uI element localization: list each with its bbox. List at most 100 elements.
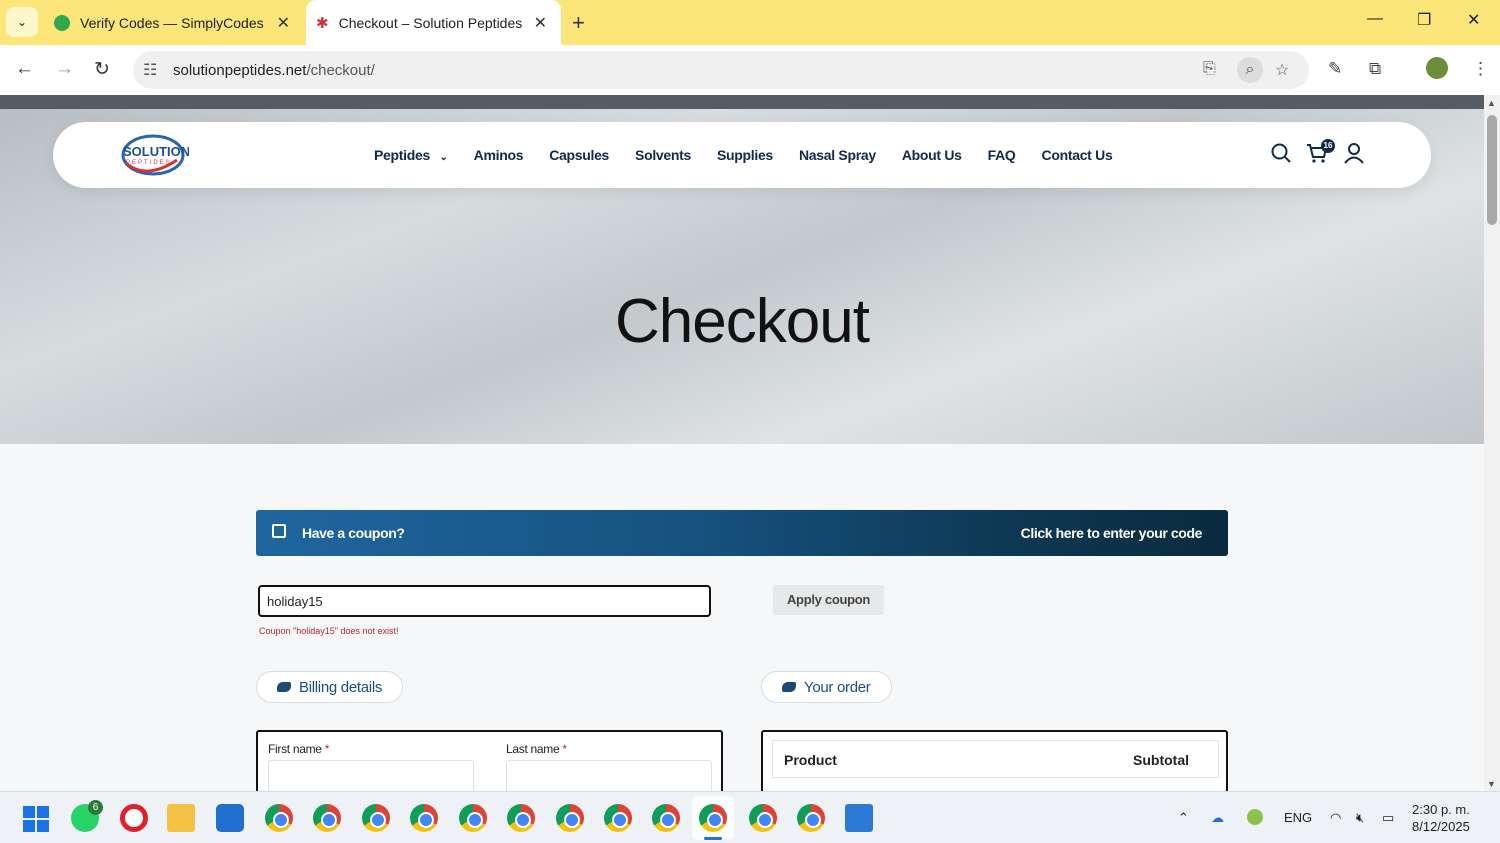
main-nav: Peptides ⌄ Aminos Capsules Solvents Supp… <box>374 122 1138 188</box>
menu-kebab-icon[interactable]: ⋮ <box>1472 59 1489 79</box>
svg-text:SOLUTION: SOLUTION <box>123 144 189 159</box>
browser-tab-bar: ⌄ Verify Codes — SimplyCodes ✕ ✱ Checkou… <box>0 0 1500 45</box>
chrome-profile-icon[interactable] <box>797 804 825 832</box>
coupon-error-message: Coupon "holiday15" does not exist! <box>259 626 399 636</box>
leaf-icon <box>782 682 796 692</box>
tab-search-dropdown[interactable]: ⌄ <box>6 7 38 37</box>
scroll-down-icon[interactable]: ▼ <box>1487 779 1496 789</box>
first-name-label: First name * <box>268 742 330 756</box>
solution-peptides-favicon-icon: ✱ <box>316 14 329 32</box>
billing-details-heading: Billing details <box>256 671 404 703</box>
chrome-profile-icon[interactable] <box>556 804 584 832</box>
nav-contact-us[interactable]: Contact Us <box>1042 147 1113 163</box>
nav-nasal-spray[interactable]: Nasal Spray <box>799 147 876 163</box>
reload-icon[interactable]: ↻ <box>94 58 110 81</box>
leaf-icon <box>277 682 291 692</box>
forward-icon[interactable]: → <box>55 58 74 80</box>
search-icon[interactable] <box>1270 142 1292 164</box>
profile-avatar[interactable] <box>1426 57 1448 79</box>
apply-coupon-button[interactable]: Apply coupon <box>773 585 884 615</box>
wifi-icon[interactable]: ◠ <box>1330 810 1341 826</box>
top-strip <box>0 95 1484 109</box>
chrome-profile-icon[interactable] <box>362 804 390 832</box>
last-name-label: Last name * <box>506 742 567 756</box>
simplycodes-favicon-icon <box>54 14 70 31</box>
chrome-profile-icon[interactable] <box>749 804 777 832</box>
volume-muted-icon[interactable]: 🔇︎ <box>1356 810 1364 826</box>
chrome-profile-icon[interactable] <box>459 804 487 832</box>
coupon-notice-bar: Have a coupon? Click here to enter your … <box>256 510 1228 556</box>
edit-icon[interactable]: ✎ <box>1328 59 1342 79</box>
translate-icon[interactable]: ⎘ <box>1203 60 1216 78</box>
battery-icon[interactable]: ▭ <box>1382 810 1394 826</box>
tab-simplycodes[interactable]: Verify Codes — SimplyCodes ✕ <box>48 0 304 45</box>
new-tab-icon[interactable]: + <box>572 10 585 36</box>
coupon-notice-icon <box>272 524 286 538</box>
language-indicator[interactable]: ENG <box>1284 810 1312 825</box>
chrome-profile-icon[interactable] <box>507 804 535 832</box>
minimize-icon[interactable]: — <box>1367 10 1383 28</box>
nav-aminos[interactable]: Aminos <box>474 147 524 163</box>
close-window-icon[interactable]: ✕ <box>1467 10 1480 30</box>
chrome-active-icon[interactable] <box>699 804 727 832</box>
cart-count-badge: 16 <box>1321 139 1335 153</box>
active-app-indicator <box>704 837 722 840</box>
tab-title: Checkout – Solution Peptides <box>338 14 523 31</box>
chevron-down-icon: ⌄ <box>439 152 448 163</box>
subtotal-column-header: Subtotal <box>1133 752 1189 768</box>
opera-icon[interactable] <box>120 804 148 832</box>
extensions-icon[interactable]: ⧉ <box>1369 59 1381 79</box>
coupon-code-input[interactable] <box>258 585 711 617</box>
notepad-icon[interactable] <box>845 804 873 832</box>
chrome-profile-icon[interactable] <box>410 804 438 832</box>
page-scrollbar[interactable]: ▲ ▼ <box>1484 95 1500 791</box>
billing-form: First name * Last name * <box>256 730 723 791</box>
system-clock[interactable]: 2:30 p. m. 8/12/2025 <box>1412 801 1470 835</box>
whatsapp-badge: 6 <box>88 800 103 815</box>
chrome-profile-icon[interactable] <box>604 804 632 832</box>
browser-toolbar: ← → ↻ ☷ solutionpeptides.net/checkout/ ⎘… <box>0 45 1500 95</box>
order-table-header: Product Subtotal <box>772 740 1219 778</box>
clock-date: 8/12/2025 <box>1412 819 1470 834</box>
account-user-icon[interactable] <box>1343 142 1365 164</box>
clock-time: 2:30 p. m. <box>1412 802 1470 817</box>
chrome-profile-icon[interactable] <box>313 804 341 832</box>
first-name-input[interactable] <box>268 760 474 791</box>
scroll-up-icon[interactable]: ▲ <box>1487 98 1496 108</box>
chrome-profile-icon[interactable] <box>265 804 293 832</box>
outlook-icon[interactable] <box>216 804 244 832</box>
enter-coupon-link[interactable]: Click here to enter your code <box>1021 525 1203 541</box>
nav-capsules[interactable]: Capsules <box>549 147 609 163</box>
nav-peptides[interactable]: Peptides ⌄ <box>374 147 448 163</box>
bookmark-star-icon[interactable]: ☆ <box>1275 60 1289 80</box>
coupon-prompt: Have a coupon? <box>302 525 405 541</box>
restore-icon[interactable]: ❐ <box>1417 10 1431 30</box>
site-logo[interactable]: SOLUTION PEPTIDES <box>117 130 190 180</box>
back-icon[interactable]: ← <box>15 58 34 80</box>
scrollbar-thumb[interactable] <box>1487 115 1497 225</box>
chrome-profile-icon[interactable] <box>652 804 680 832</box>
nav-about-us[interactable]: About Us <box>902 147 962 163</box>
page-viewport: Checkout SOLUTION PEPTIDES Peptides ⌄ Am… <box>0 95 1484 791</box>
tab-checkout[interactable]: ✱ Checkout – Solution Peptides ✕ <box>306 0 561 45</box>
onedrive-cloud-icon[interactable]: ☁ <box>1211 810 1224 826</box>
address-bar[interactable]: ☷ solutionpeptides.net/checkout/ ⎘ ⌕ ☆ <box>133 51 1309 89</box>
tray-overflow-chevron-icon[interactable]: ⌃ <box>1178 810 1189 826</box>
product-column-header: Product <box>784 752 837 768</box>
last-name-input[interactable] <box>506 760 712 791</box>
zoom-icon[interactable]: ⌕ <box>1237 57 1263 83</box>
site-info-icon[interactable]: ☷ <box>143 60 157 80</box>
windows-start-icon[interactable] <box>23 806 49 832</box>
nav-solvents[interactable]: Solvents <box>635 147 691 163</box>
url-text: solutionpeptides.net/checkout/ <box>173 62 375 79</box>
close-tab-icon[interactable]: ✕ <box>534 13 547 33</box>
nav-faq[interactable]: FAQ <box>988 147 1016 163</box>
windows-taskbar: 6 ⌃ ☁ ENG ◠ 🔇︎ ▭ 2:30 p. m. 8/12/2025 <box>0 791 1500 843</box>
nav-supplies[interactable]: Supplies <box>717 147 773 163</box>
file-explorer-icon[interactable] <box>167 804 195 832</box>
app-tray-icon[interactable] <box>1247 809 1263 825</box>
chevron-down-icon: ⌄ <box>16 15 28 29</box>
site-header: SOLUTION PEPTIDES Peptides ⌄ Aminos Caps… <box>53 122 1431 188</box>
tab-title: Verify Codes — SimplyCodes <box>80 14 264 31</box>
close-tab-icon[interactable]: ✕ <box>277 13 290 33</box>
